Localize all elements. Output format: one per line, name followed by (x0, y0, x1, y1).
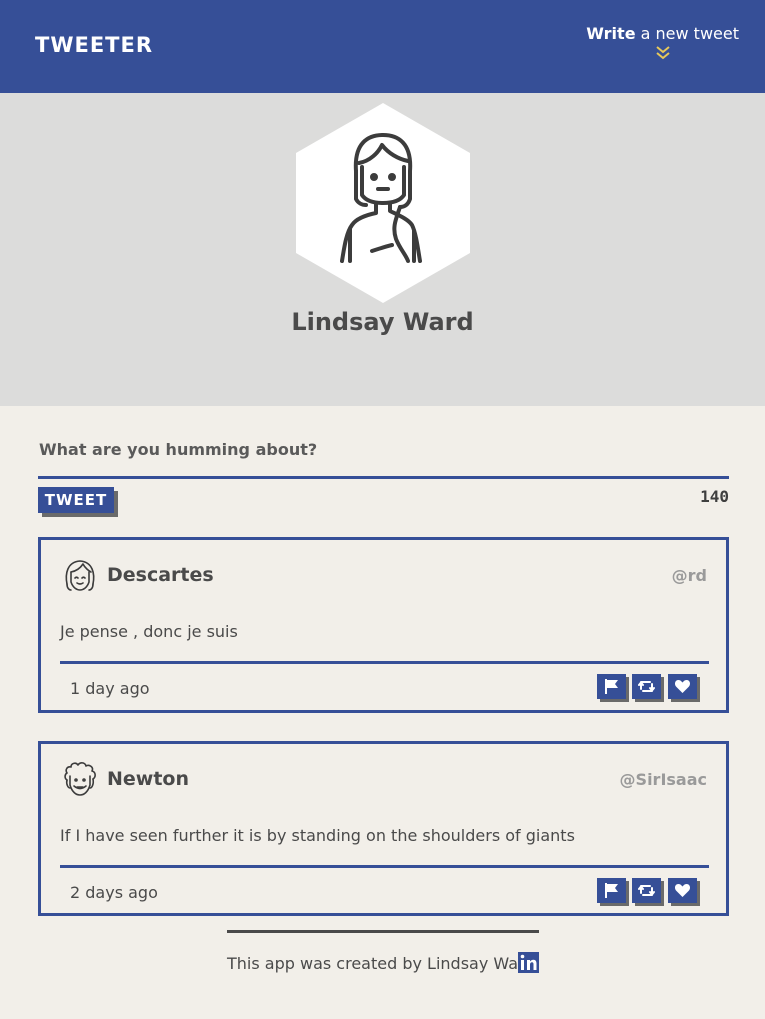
tweet-text: If I have seen further it is by standing… (60, 826, 575, 845)
girl-face-avatar-icon (65, 560, 95, 591)
tweet-card: Descartes @rd Je pense , donc je suis 1 … (38, 537, 729, 713)
retweet-icon (638, 681, 655, 692)
footer-credit: This app was created by Lindsay Ward (227, 954, 535, 973)
like-button[interactable] (668, 674, 697, 699)
heart-icon (674, 680, 691, 693)
flag-icon (605, 883, 618, 898)
write-new-tweet-label: Write a new tweet (586, 24, 739, 43)
composer-label: What are you humming about? (39, 440, 318, 459)
tweet-card: Newton @SirIsaac If I have seen further … (38, 741, 729, 916)
woman-avatar-icon (296, 103, 470, 303)
like-button[interactable] (668, 878, 697, 903)
flag-icon (605, 679, 618, 694)
tweet-input[interactable] (38, 467, 729, 479)
profile-name: Lindsay Ward (291, 308, 474, 336)
footer-divider (227, 930, 539, 933)
retweet-button[interactable] (632, 878, 661, 903)
flag-button[interactable] (597, 878, 626, 903)
flag-button[interactable] (597, 674, 626, 699)
tweet-handle: @SirIsaac (619, 770, 707, 789)
compose-strong-text: Write (586, 24, 636, 43)
tweet-timestamp: 2 days ago (70, 883, 158, 902)
tweet-button[interactable]: TWEET (38, 487, 114, 513)
tweet-author: Descartes (107, 564, 214, 586)
double-chevron-down-icon (656, 46, 670, 60)
tweet-handle: @rd (671, 566, 707, 585)
tweet-author: Newton (107, 768, 190, 790)
character-counter: 140 (700, 487, 729, 506)
linkedin-icon (518, 952, 539, 973)
brand-logo[interactable]: TWEETER (35, 33, 153, 57)
write-new-tweet-toggle[interactable]: Write a new tweet (586, 24, 739, 61)
top-nav-bar: TWEETER Write a new tweet (0, 0, 765, 93)
tweet-divider (60, 865, 709, 868)
retweet-icon (638, 885, 655, 896)
tweet-timestamp: 1 day ago (70, 679, 150, 698)
retweet-button[interactable] (632, 674, 661, 699)
tweet-divider (60, 661, 709, 664)
tweet-text: Je pense , donc je suis (60, 622, 238, 641)
linkedin-link[interactable] (518, 952, 539, 973)
curly-hair-avatar-icon (64, 762, 96, 796)
compose-rest-text: a new tweet (635, 24, 739, 43)
heart-icon (674, 884, 691, 897)
profile-banner: Lindsay Ward (0, 93, 765, 406)
